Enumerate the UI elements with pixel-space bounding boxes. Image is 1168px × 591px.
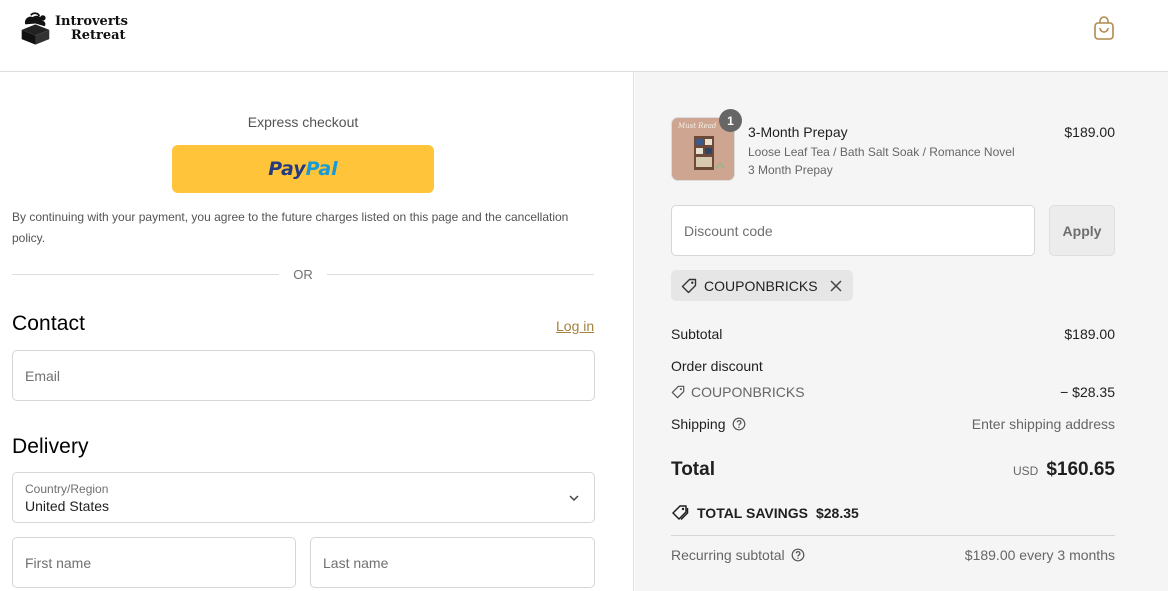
applied-discount-chip: COUPONBRICKS bbox=[671, 270, 853, 301]
product-variant: Loose Leaf Tea / Bath Salt Soak / Romanc… bbox=[748, 145, 1015, 159]
shopping-bag-icon[interactable] bbox=[1093, 16, 1115, 40]
product-plan: 3 Month Prepay bbox=[748, 163, 833, 177]
tags-icon bbox=[672, 505, 689, 521]
email-placeholder: Email bbox=[25, 367, 61, 384]
total-savings: TOTAL SAVINGS $28.35 bbox=[671, 504, 859, 522]
recurring-label: Recurring subtotal bbox=[671, 547, 785, 563]
help-icon[interactable] bbox=[732, 417, 746, 431]
recurring-row: Recurring subtotal bbox=[671, 547, 805, 563]
currency-code: USD bbox=[1012, 464, 1039, 478]
express-checkout-label: Express checkout bbox=[247, 114, 359, 130]
divider-line-right bbox=[326, 273, 594, 275]
product-name: 3-Month Prepay bbox=[748, 124, 848, 140]
logo-mark-icon bbox=[21, 12, 50, 45]
summary-divider bbox=[671, 535, 1115, 536]
country-label: Country/Region bbox=[25, 482, 109, 496]
discount-placeholder: Discount code bbox=[684, 223, 773, 239]
discount-code-label: COUPONBRICKS bbox=[691, 384, 805, 400]
subtotal-value: $189.00 bbox=[1064, 326, 1115, 342]
divider-line-left bbox=[12, 273, 280, 275]
first-name-field[interactable]: First name bbox=[12, 537, 296, 588]
brand-logo[interactable]: Introverts Retreat bbox=[18, 10, 128, 48]
header: Introverts Retreat bbox=[0, 0, 1168, 72]
order-discount-label: Order discount bbox=[671, 358, 763, 374]
brand-line-2: Retreat bbox=[70, 28, 126, 43]
delivery-heading: Delivery bbox=[12, 435, 89, 458]
apply-discount-button[interactable]: Apply bbox=[1049, 205, 1115, 256]
paypal-logo-part1: Pay bbox=[268, 158, 306, 180]
total-value: $160.65 bbox=[1046, 459, 1115, 480]
or-label: OR bbox=[293, 266, 313, 282]
discount-code-row: COUPONBRICKS bbox=[671, 384, 805, 400]
help-icon[interactable] bbox=[791, 548, 805, 562]
paypal-logo-part2: Pal bbox=[305, 158, 338, 180]
checkout-form: Express checkout Pay Pal By continuing wi… bbox=[0, 72, 634, 591]
product-price: $189.00 bbox=[1064, 124, 1115, 140]
remove-discount-icon[interactable] bbox=[829, 279, 843, 293]
shipping-row: Shipping bbox=[671, 416, 746, 432]
recurring-value: $189.00 every 3 months bbox=[964, 547, 1115, 563]
tag-icon bbox=[681, 278, 697, 293]
order-summary: Must Read 1 3-Month Prepay Loose Leaf Te… bbox=[635, 72, 1168, 591]
last-name-placeholder: Last name bbox=[323, 554, 389, 571]
brand-line-1: Introverts bbox=[54, 14, 128, 29]
email-field[interactable]: Email bbox=[12, 350, 595, 401]
chevron-down-icon bbox=[569, 495, 579, 502]
country-value: United States bbox=[25, 498, 110, 514]
shipping-label: Shipping bbox=[671, 416, 726, 432]
country-select[interactable]: Country/Region United States bbox=[12, 472, 595, 523]
last-name-field[interactable]: Last name bbox=[310, 537, 595, 588]
total-amount: USD $160.65 bbox=[1013, 459, 1115, 481]
total-label: Total bbox=[671, 459, 715, 480]
shipping-value: Enter shipping address bbox=[971, 416, 1115, 432]
savings-value: $28.35 bbox=[815, 505, 859, 521]
contact-heading: Contact bbox=[12, 312, 86, 335]
savings-label: TOTAL SAVINGS bbox=[697, 505, 808, 521]
applied-code: COUPONBRICKS bbox=[704, 277, 818, 294]
or-divider: OR bbox=[12, 265, 594, 283]
paypal-button[interactable]: Pay Pal bbox=[172, 145, 434, 193]
brand-name: Introverts Retreat bbox=[55, 15, 128, 43]
payment-consent-text: By continuing with your payment, you agr… bbox=[12, 210, 569, 245]
tag-icon bbox=[671, 385, 685, 399]
thumbnail-caption: Must Read bbox=[677, 122, 717, 130]
subtotal-label: Subtotal bbox=[671, 326, 723, 342]
login-link[interactable]: Log in bbox=[556, 318, 594, 334]
first-name-placeholder: First name bbox=[25, 554, 92, 571]
discount-code-input[interactable]: Discount code bbox=[671, 205, 1035, 256]
quantity-badge: 1 bbox=[719, 109, 742, 132]
discount-value: − $28.35 bbox=[1060, 384, 1115, 400]
